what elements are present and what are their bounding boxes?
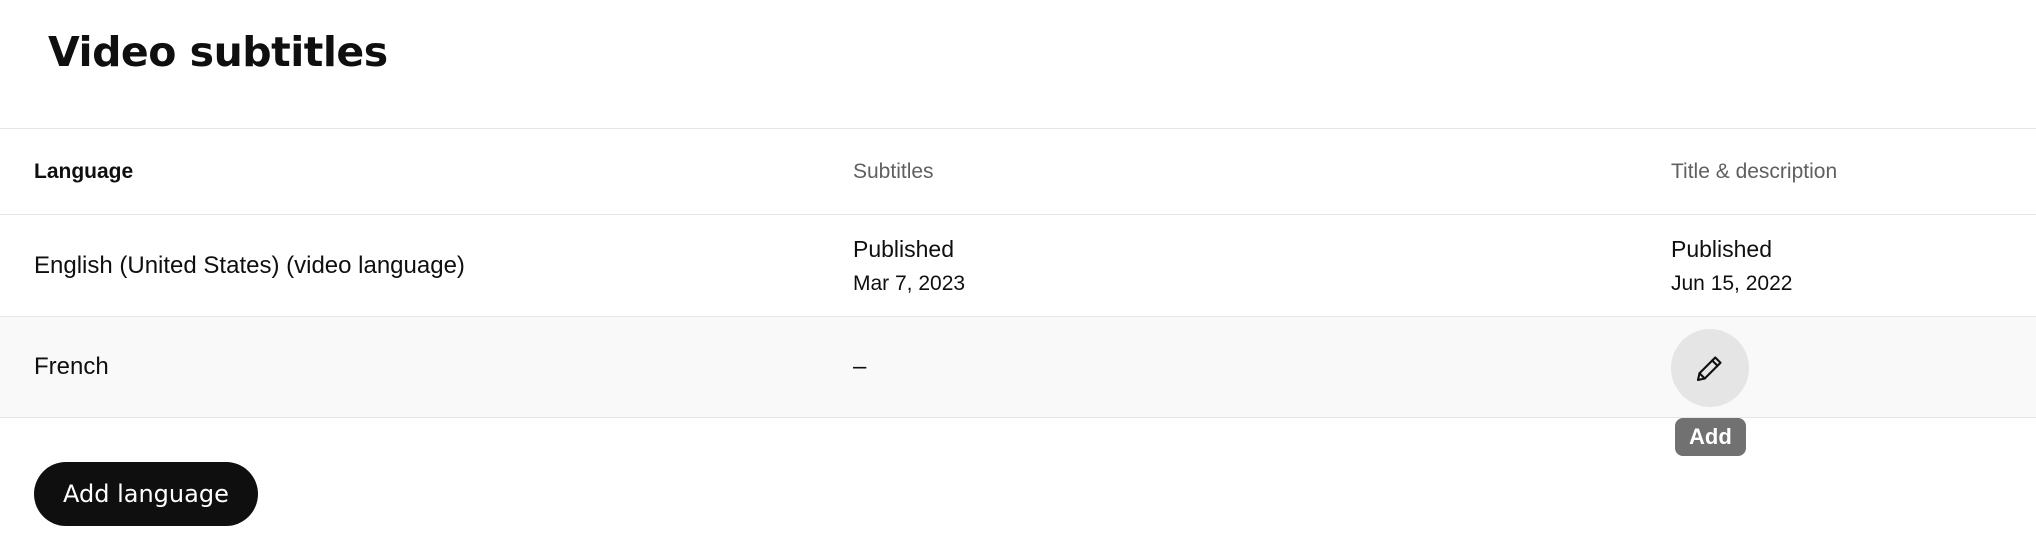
title-description-date: Jun 15, 2022 — [1671, 271, 1793, 295]
add-tooltip: Add — [1675, 418, 1746, 456]
subtitles-date: Mar 7, 2023 — [853, 271, 966, 295]
header-subtitles: Subtitles — [853, 159, 934, 183]
language-name: English (United States) (video language) — [34, 251, 465, 279]
table-header-row: Language Subtitles Title & description — [0, 128, 2036, 214]
title-description-status: Published — [1671, 235, 1773, 262]
subtitles-empty-value: – — [853, 353, 867, 380]
edit-title-description-button[interactable] — [1671, 329, 1749, 407]
language-name: French — [34, 353, 109, 380]
header-title-description: Title & description — [1671, 159, 1838, 183]
title-description-status-cell[interactable]: Published Jun 15, 2022 — [1671, 215, 1792, 316]
header-language: Language — [34, 159, 134, 183]
add-language-button[interactable]: Add language — [34, 462, 258, 526]
subtitles-table: Language Subtitles Title & description E… — [0, 128, 2036, 418]
table-row[interactable]: French – — [0, 316, 2036, 418]
pencil-icon — [1696, 356, 1722, 382]
subtitles-empty-cell: – — [853, 317, 866, 417]
table-row[interactable]: English (United States) (video language)… — [0, 214, 2036, 316]
subtitles-status-cell[interactable]: Published Mar 7, 2023 — [853, 215, 965, 316]
title-description-add-cell — [1671, 329, 1749, 407]
page-title: Video subtitles — [48, 28, 388, 76]
subtitles-status: Published — [853, 235, 955, 262]
